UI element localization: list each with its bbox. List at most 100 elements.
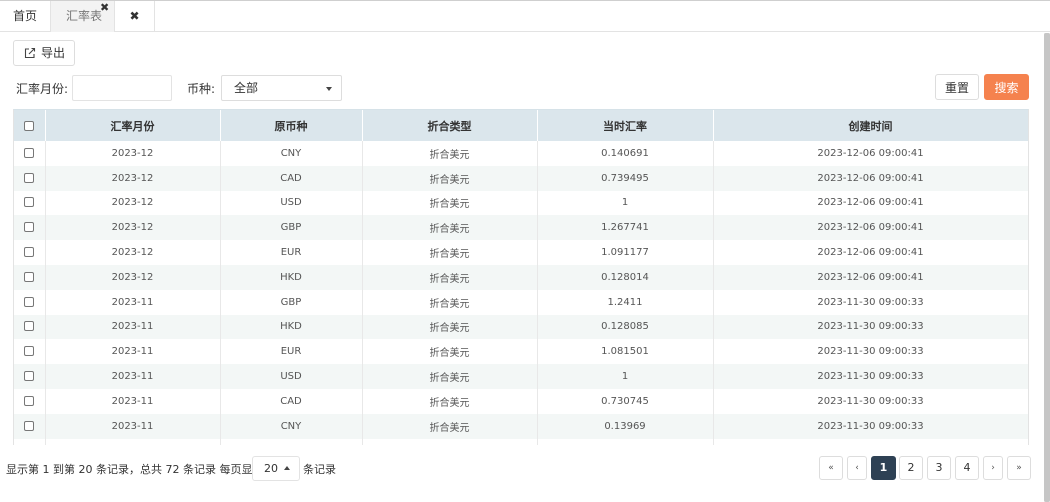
row-checkbox[interactable] — [24, 296, 35, 307]
row-select-cell — [14, 190, 46, 216]
row-checkbox[interactable] — [24, 346, 35, 357]
table-row[interactable]: 2023-11 EUR 折合美元 1.081501 2023-11-30 09:00:3… — [14, 339, 1028, 365]
cell-conversion-type: 折合美元 — [362, 165, 538, 191]
prev-page-button[interactable]: ‹ — [847, 456, 867, 480]
row-checkbox[interactable] — [24, 247, 35, 258]
table-row[interactable]: 2023-11 CAD 折合美元 0.730745 2023-11-30 09:00:3… — [14, 388, 1028, 414]
cell-month: 2023-12 — [45, 215, 221, 241]
cell-month: 2023-11 — [45, 364, 221, 389]
cell-currency: GBP — [220, 289, 363, 315]
cell-month: 2023-12 — [45, 240, 221, 265]
cell-currency: EUR — [220, 240, 363, 265]
cell-created-time: 2023-10-31 09:00:33 — [713, 438, 1028, 445]
export-button[interactable]: 导出 — [13, 40, 75, 66]
column-header-currency[interactable]: 原币种 — [220, 110, 363, 141]
cell-rate: 1.2411 — [537, 289, 714, 315]
cell-rate: 0.140691 — [537, 141, 714, 166]
column-header-month[interactable]: 汇率月份 — [45, 110, 221, 141]
tab-bar: 首页 汇率表 ✖ ✖ — [0, 0, 1050, 32]
pagination-info: 显示第 1 到第 20 条记录，总共 72 条记录 每页显示 — [6, 463, 264, 476]
table-row[interactable]: 2023-12 HKD 折合美元 0.128014 2023-12-06 09:00:4… — [14, 264, 1028, 290]
row-checkbox[interactable] — [24, 197, 35, 208]
select-all-checkbox[interactable] — [24, 121, 35, 131]
row-select-cell — [14, 215, 46, 241]
row-checkbox[interactable] — [24, 271, 35, 282]
page-button-2[interactable]: 2 — [899, 456, 923, 480]
page-size-suffix: 条记录 — [303, 463, 336, 476]
page-button-3[interactable]: 3 — [927, 456, 951, 480]
table-row[interactable]: 2023-12 CNY 折合美元 0.140691 2023-12-06 09:00:4… — [14, 141, 1028, 166]
row-select-cell — [14, 314, 46, 340]
export-icon — [24, 47, 36, 59]
tab-close-icon[interactable]: ✖ — [100, 0, 109, 23]
search-button[interactable]: 搜索 — [984, 74, 1029, 100]
tab-home[interactable]: 首页 — [0, 1, 51, 32]
cell-rate: 0.128085 — [537, 314, 714, 340]
cell-month: 2023-11 — [45, 339, 221, 365]
cell-created-time: 2023-12-06 09:00:41 — [713, 264, 1028, 290]
table-row[interactable]: 2023-10HKD折合美元0.1278162023-10-31 09:00:3… — [14, 438, 1028, 445]
row-select-cell — [14, 264, 46, 290]
column-header-conversion-type[interactable]: 折合类型 — [362, 110, 538, 141]
last-page-button[interactable]: » — [1007, 456, 1031, 480]
first-page-button[interactable]: « — [819, 456, 843, 480]
row-checkbox[interactable] — [24, 321, 35, 332]
currency-select[interactable]: 全部 — [221, 75, 342, 101]
page-button-1[interactable]: 1 — [871, 456, 896, 480]
cell-created-time: 2023-11-30 09:00:33 — [713, 339, 1028, 365]
row-checkbox[interactable] — [24, 222, 35, 233]
tab-exchange-rate-label: 汇率表 — [66, 9, 103, 23]
cell-conversion-type: 折合美元 — [362, 289, 538, 315]
cell-currency: CNY — [220, 141, 363, 166]
cell-created-time: 2023-11-30 09:00:33 — [713, 413, 1028, 439]
table-row[interactable]: 2023-11 USD 折合美元 1 2023-11-30 09:00:33 — [14, 364, 1028, 389]
table-row[interactable]: 2023-12 USD 折合美元 1 2023-12-06 09:00:41 — [14, 190, 1028, 216]
column-header-created-time[interactable]: 创建时间 — [713, 110, 1028, 141]
page-size-select[interactable]: 20 — [252, 456, 300, 481]
row-checkbox[interactable] — [24, 395, 35, 406]
cell-month: 2023-11 — [45, 289, 221, 315]
cell-rate: 1.081501 — [537, 339, 714, 365]
currency-filter-label: 币种: — [187, 82, 216, 96]
exchange-rate-table: 汇率月份 原币种 折合类型 当时汇率 创建时间 2023-12 CNY 折合美元 0.… — [13, 109, 1029, 445]
row-select-cell — [14, 339, 46, 365]
cell-created-time: 2023-12-06 09:00:41 — [713, 165, 1028, 191]
scrollbar-thumb[interactable] — [1044, 33, 1050, 502]
page-button-4[interactable]: 4 — [955, 456, 979, 480]
currency-select-value: 全部 — [234, 81, 259, 95]
table-row[interactable]: 2023-11 HKD 折合美元 0.128085 2023-11-30 09:00:3… — [14, 314, 1028, 340]
row-checkbox[interactable] — [24, 420, 35, 431]
cell-month: 2023-12 — [45, 165, 221, 191]
table-row[interactable]: 2023-12 GBP 折合美元 1.267741 2023-12-06 09:00:4… — [14, 215, 1028, 241]
row-checkbox[interactable] — [24, 172, 35, 183]
reset-button[interactable]: 重置 — [935, 74, 979, 100]
next-page-button[interactable]: › — [983, 456, 1003, 480]
cell-rate: 1.091177 — [537, 240, 714, 265]
cell-currency: HKD — [220, 264, 363, 290]
cell-conversion-type: 折合美元 — [362, 438, 538, 445]
cell-month: 2023-11 — [45, 388, 221, 414]
table-row[interactable]: 2023-11 CNY 折合美元 0.13969 2023-11-30 09:00:33 — [14, 413, 1028, 439]
row-checkbox[interactable] — [24, 147, 35, 158]
cell-month: 2023-12 — [45, 190, 221, 216]
row-checkbox[interactable] — [24, 371, 35, 382]
cell-currency: USD — [220, 190, 363, 216]
cell-conversion-type: 折合美元 — [362, 240, 538, 265]
cell-conversion-type: 折合美元 — [362, 388, 538, 414]
cell-conversion-type: 折合美元 — [362, 364, 538, 389]
table-row[interactable]: 2023-12 CAD 折合美元 0.739495 2023-12-06 09:00:4… — [14, 165, 1028, 191]
cell-month: 2023-11 — [45, 413, 221, 439]
cell-created-time: 2023-12-06 09:00:41 — [713, 240, 1028, 265]
table-row[interactable]: 2023-11 GBP 折合美元 1.2411 2023-11-30 09:00:33 — [14, 289, 1028, 315]
column-header-rate[interactable]: 当时汇率 — [537, 110, 714, 141]
row-select-cell — [14, 438, 46, 445]
tab-exchange-rate[interactable]: 汇率表 ✖ — [51, 1, 115, 32]
cell-rate: 0.13969 — [537, 413, 714, 439]
month-input[interactable] — [72, 75, 172, 101]
table-row[interactable]: 2023-12 EUR 折合美元 1.091177 2023-12-06 09:00:4… — [14, 240, 1028, 265]
export-button-label: 导出 — [41, 46, 66, 60]
cell-conversion-type: 折合美元 — [362, 190, 538, 216]
row-select-cell — [14, 240, 46, 265]
close-all-tabs-icon[interactable]: ✖ — [115, 1, 155, 32]
vertical-scrollbar[interactable] — [1044, 33, 1050, 502]
